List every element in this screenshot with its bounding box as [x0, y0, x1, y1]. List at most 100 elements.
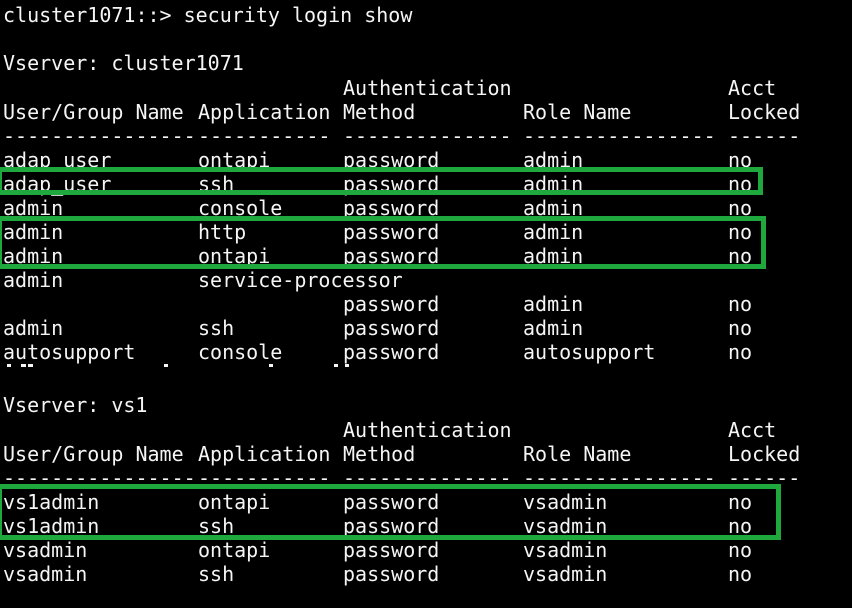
separator-row: ---------------- ----------- -----------… — [3, 124, 852, 148]
cell-role — [523, 268, 728, 292]
cell-application: ontapi — [198, 244, 343, 268]
cell-locked — [728, 268, 852, 292]
cell-locked: no — [728, 340, 852, 364]
header-spacer — [198, 76, 343, 100]
cell-application: ontapi — [198, 490, 343, 514]
cell-application: console — [198, 196, 343, 220]
cell-role: vsadmin — [523, 538, 728, 562]
separator-dashes: ------ — [728, 124, 852, 148]
column-header-application: Application — [198, 100, 343, 124]
cell-role: vsadmin — [523, 490, 728, 514]
cell-method: password — [343, 514, 523, 538]
column-header-locked: Locked — [728, 100, 852, 124]
cell-user: admin — [3, 196, 198, 220]
column-header-method: Method — [343, 100, 523, 124]
table-row: vsadmin ssh password vsadmin no — [3, 562, 852, 586]
clipped-row-fragment — [164, 364, 168, 367]
cell-method: password — [343, 316, 523, 340]
cell-user: admin — [3, 220, 198, 244]
cell-locked: no — [728, 562, 852, 586]
cell-application: ontapi — [198, 148, 343, 172]
cell-locked: no — [728, 220, 852, 244]
column-header-acct: Acct — [728, 76, 852, 100]
column-header-locked: Locked — [728, 442, 852, 466]
header-spacer — [3, 76, 198, 100]
vserver-label: Vserver: — [3, 51, 99, 75]
vserver-label: Vserver: — [3, 393, 99, 417]
cell-user: vsadmin — [3, 538, 198, 562]
cell-method: password — [343, 538, 523, 562]
column-header-user: User/Group Name — [3, 100, 198, 124]
cell-application: console — [198, 340, 343, 364]
separator-dashes: -------------- — [343, 466, 523, 490]
column-header-user: User/Group Name — [3, 442, 198, 466]
header-row-1: Authentication Acct — [3, 76, 852, 100]
cell-method: password — [343, 220, 523, 244]
cell-application: service-processor — [198, 268, 343, 292]
login-table-vs1: Authentication Acct User/Group Name Appl… — [3, 418, 852, 586]
table-row: vs1admin ontapi password vsadmin no — [3, 490, 852, 514]
cell-user: vs1admin — [3, 490, 198, 514]
cell-user: admin — [3, 316, 198, 340]
separator-row: ---------------- ----------- -----------… — [3, 466, 852, 490]
cell-role: vsadmin — [523, 562, 728, 586]
cell-role: admin — [523, 316, 728, 340]
column-header-method: Method — [343, 442, 523, 466]
table-row: vs1admin ssh password vsadmin no — [3, 514, 852, 538]
clipped-row-fragment — [334, 364, 338, 367]
header-spacer — [3, 418, 198, 442]
table-row: adap_user ontapi password admin no — [3, 148, 852, 172]
cell-locked: no — [728, 490, 852, 514]
separator-dashes: ------ — [728, 466, 852, 490]
column-header-acct: Acct — [728, 418, 852, 442]
vserver-heading-vs1: Vserver:vs1 — [3, 393, 147, 417]
cell-method: password — [343, 244, 523, 268]
cell-role: admin — [523, 292, 728, 316]
cell-role: admin — [523, 244, 728, 268]
column-header-authentication: Authentication — [343, 76, 523, 100]
table-row: admin ontapi password admin no — [3, 244, 852, 268]
cell-method: password — [343, 292, 523, 316]
separator-dashes: ---------------- — [3, 124, 198, 148]
header-spacer — [523, 76, 728, 100]
table-row: admin console password admin no — [3, 196, 852, 220]
separator-dashes: ---------------- — [3, 466, 198, 490]
header-row-2: User/Group Name Application Method Role … — [3, 442, 852, 466]
cell-role: admin — [523, 196, 728, 220]
cell-application: ssh — [198, 562, 343, 586]
table-row: admin http password admin no — [3, 220, 852, 244]
cell-locked: no — [728, 196, 852, 220]
column-header-authentication: Authentication — [343, 418, 523, 442]
cell-locked: no — [728, 244, 852, 268]
cell-locked: no — [728, 148, 852, 172]
cell-application: ssh — [198, 172, 343, 196]
separator-dashes: ----------- — [198, 124, 343, 148]
clipped-row-fragment — [345, 364, 349, 367]
cell-locked: no — [728, 292, 852, 316]
cell-application — [198, 292, 343, 316]
cell-locked: no — [728, 514, 852, 538]
table-row: vsadmin ontapi password vsadmin no — [3, 538, 852, 562]
cell-user: admin — [3, 268, 198, 292]
separator-dashes: ---------------- — [523, 466, 728, 490]
cell-locked: no — [728, 172, 852, 196]
table-row: adap_user ssh password admin no — [3, 172, 852, 196]
cell-method: password — [343, 196, 523, 220]
cell-role: admin — [523, 172, 728, 196]
cell-user: vs1admin — [3, 514, 198, 538]
table-row-continuation: password admin no — [3, 292, 852, 316]
cell-method: password — [343, 148, 523, 172]
vserver-heading-cluster1071: Vserver: cluster1071 — [3, 51, 244, 75]
cell-user: vsadmin — [3, 562, 198, 586]
terminal-screen[interactable]: cluster1071::>security login show Vserve… — [0, 0, 852, 608]
vserver-name: cluster1071 — [111, 51, 243, 75]
cell-application: ontapi — [198, 538, 343, 562]
cell-user: admin — [3, 244, 198, 268]
cell-method: password — [343, 172, 523, 196]
cell-method: password — [343, 340, 523, 364]
cell-application: http — [198, 220, 343, 244]
command-text: security login show — [184, 3, 413, 27]
clipped-row-fragment — [28, 364, 33, 367]
cell-user: autosupport — [3, 340, 198, 364]
cell-user: adap_user — [3, 148, 198, 172]
